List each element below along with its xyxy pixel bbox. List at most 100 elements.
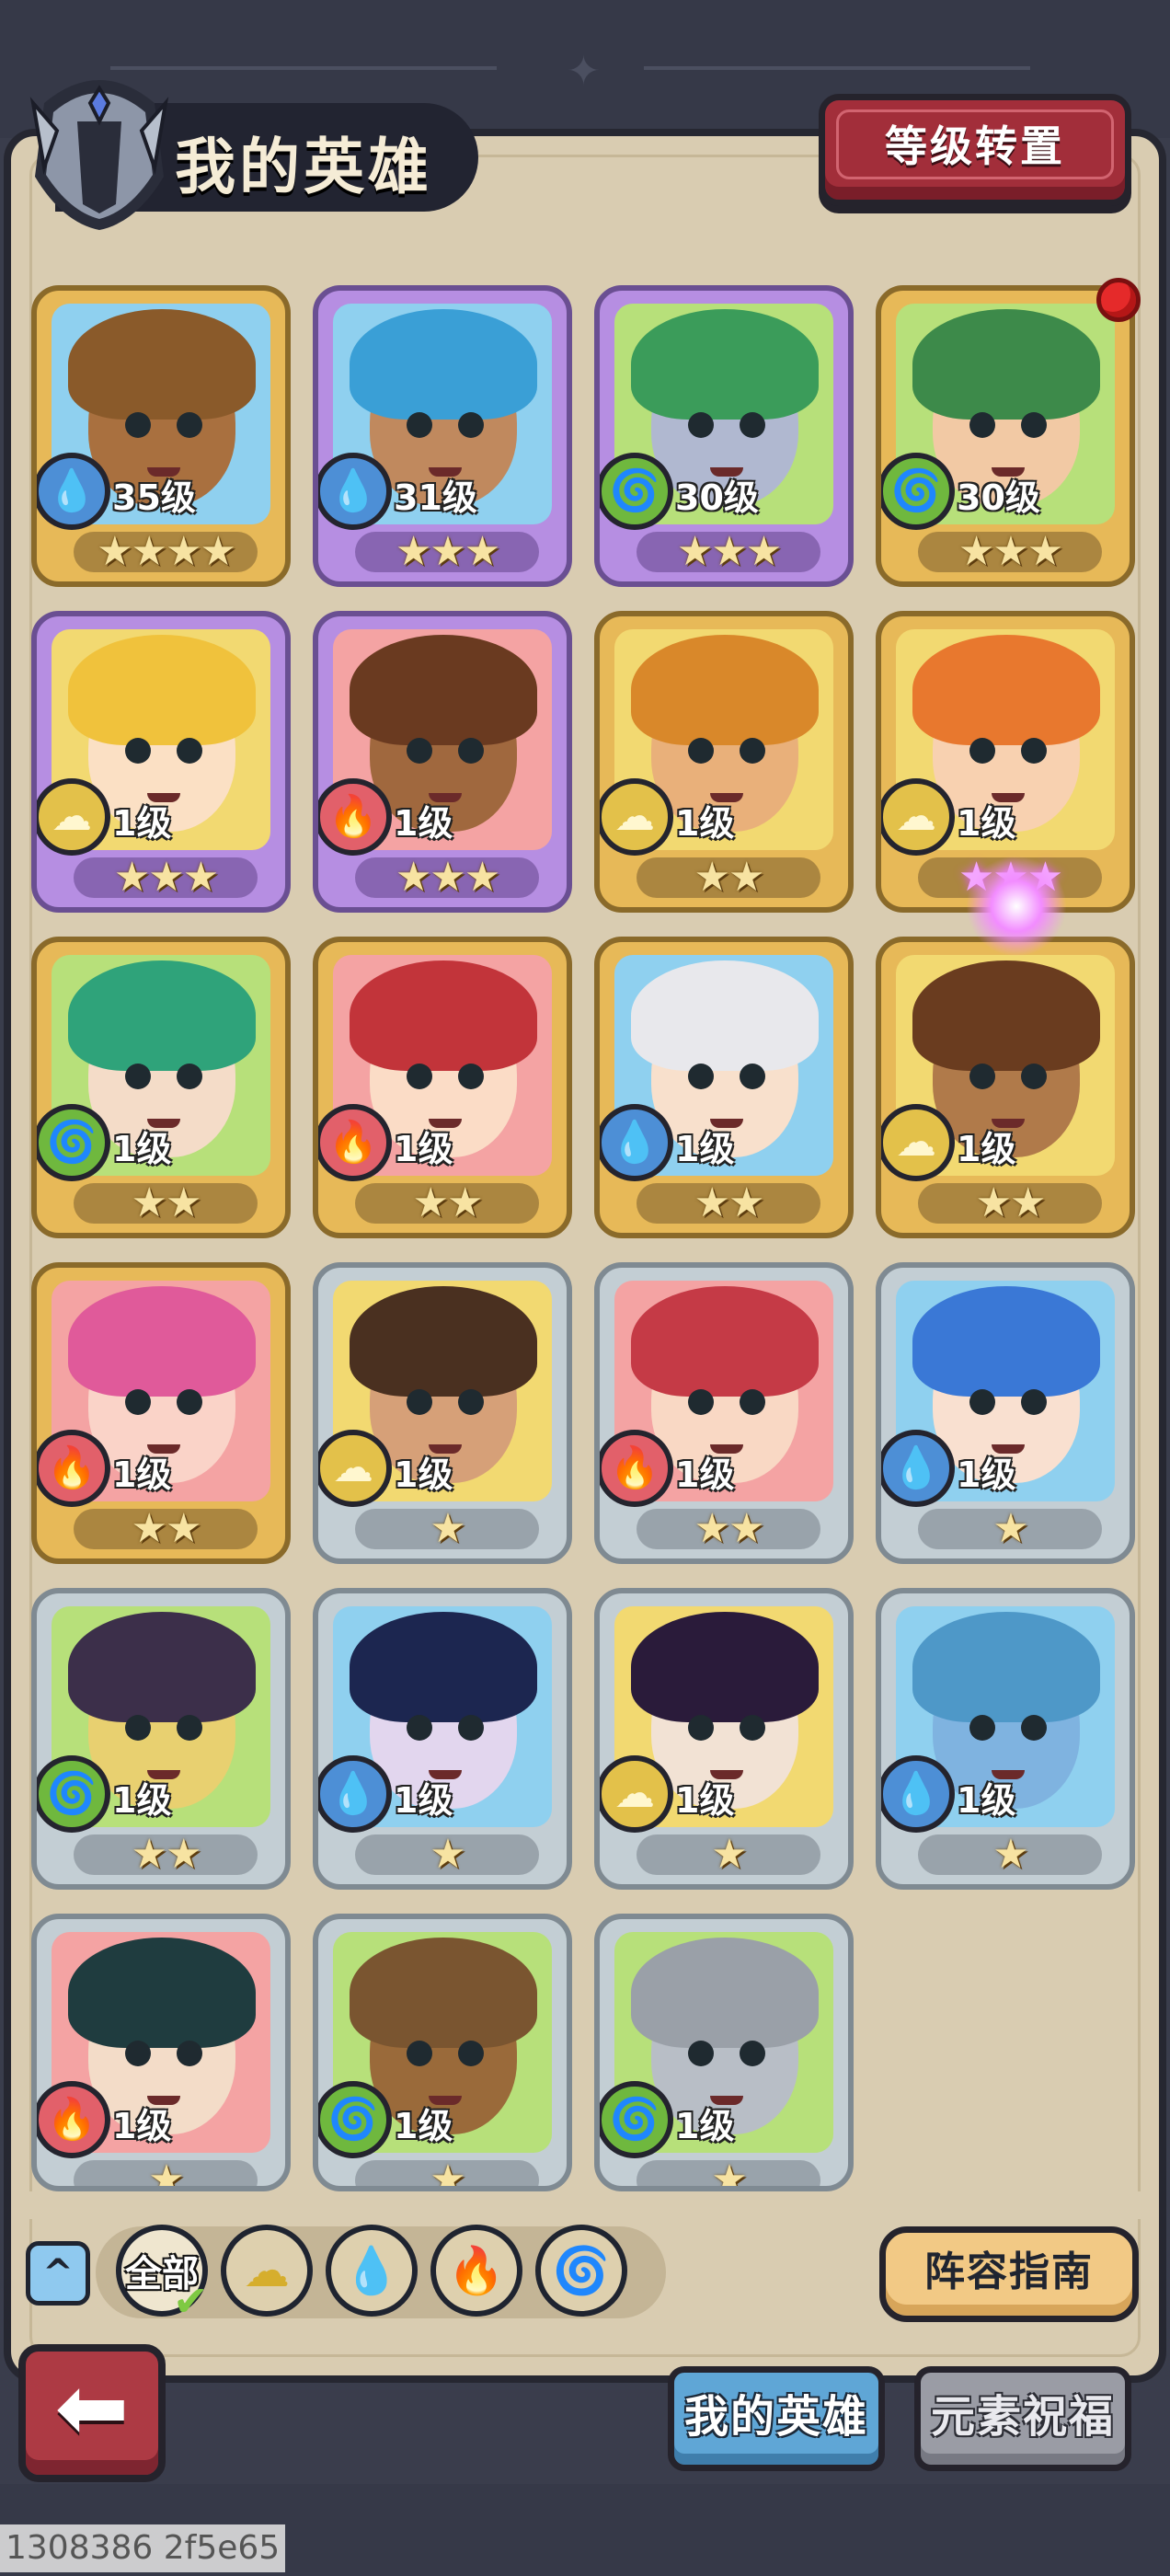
sparkle-effect <box>966 856 1067 957</box>
hero-level: 1级 <box>112 1780 172 1821</box>
water-element-icon: 💧 <box>342 2243 401 2297</box>
hero-stars: ★ <box>918 1834 1102 1875</box>
filter-water-button[interactable]: 💧 <box>326 2225 418 2317</box>
hero-card[interactable]: 💧 31级 ★★★ <box>313 285 572 587</box>
hero-card[interactable]: 💧 1级 ★★ <box>594 937 854 1238</box>
hero-card[interactable]: 🌀 1级 ★★ <box>31 937 291 1238</box>
hero-card[interactable]: 🌀 1级 ★★ <box>31 1588 291 1890</box>
hero-stars: ★★ <box>637 857 820 898</box>
hero-card[interactable]: 🌀 1级 ★ <box>594 1914 854 2191</box>
hero-stars: ★★★ <box>918 532 1102 572</box>
hero-stars: ★★★ <box>355 857 539 898</box>
hero-level: 1级 <box>957 1455 1016 1495</box>
hero-card[interactable]: 🌀 30级 ★★★ <box>876 285 1135 587</box>
back-arrow-icon: ⬅ <box>54 2356 130 2459</box>
filter-fire-button[interactable]: 🔥 <box>430 2225 522 2317</box>
hero-card[interactable]: 🌀 1级 ★ <box>313 1914 572 2191</box>
hero-card[interactable]: ☁ 1级 ★★ <box>876 937 1135 1238</box>
hero-stars: ★★★ <box>637 532 820 572</box>
water-element-icon: 💧 <box>881 1755 955 1833</box>
wind-element-icon: 🌀 <box>881 453 955 530</box>
hero-level: 1级 <box>957 1129 1016 1169</box>
earth-element-icon: ☁ <box>600 1755 673 1833</box>
hero-stars: ★ <box>355 2160 539 2186</box>
tab-my-heroes[interactable]: 我的英雄 <box>668 2366 885 2471</box>
hero-card[interactable]: ☁1级 ★★★ <box>31 611 291 913</box>
filter-all-button[interactable]: 全部 ✔ <box>116 2225 209 2326</box>
fire-element-icon: 🔥 <box>37 1430 110 1507</box>
hero-stars: ★★ <box>355 1183 539 1224</box>
notification-dot <box>1096 278 1141 322</box>
hero-card[interactable]: ☁ 1级 ★ <box>313 1262 572 1564</box>
fire-element-icon: 🔥 <box>37 2081 110 2158</box>
collapse-button[interactable]: ^ <box>26 2241 90 2306</box>
hero-level: 1级 <box>112 1455 172 1495</box>
fire-element-icon: 🔥 <box>318 778 392 856</box>
hero-stars: ★ <box>74 2160 258 2186</box>
earth-element-icon: ☁ <box>881 778 955 856</box>
hero-card[interactable]: 💧 1级 ★ <box>876 1262 1135 1564</box>
hero-level: 1级 <box>675 1455 735 1495</box>
hero-stars: ★ <box>355 1509 539 1549</box>
wind-element-icon: 🌀 <box>37 1755 110 1833</box>
earth-element-icon: ☁ <box>600 778 673 856</box>
water-element-icon: 💧 <box>37 453 110 530</box>
hero-stars: ★★ <box>637 1509 820 1549</box>
hero-card[interactable]: 🔥 1级 ★★ <box>594 1262 854 1564</box>
hero-stars: ★ <box>637 2160 820 2186</box>
hero-card[interactable]: ☁ 1级 ★ <box>594 1588 854 1890</box>
hero-card[interactable]: 🔥 1级 ★★★ <box>313 611 572 913</box>
hero-stars: ★ <box>355 1834 539 1875</box>
element-filter-bar: ^ 全部 ✔ ☁ 💧 🔥 🌀 <box>22 2219 666 2328</box>
hero-level: 1级 <box>675 803 735 844</box>
hero-card[interactable]: 🔥 1级 ★★ <box>313 937 572 1238</box>
hero-level: 31级 <box>394 477 477 518</box>
water-element-icon: 💧 <box>881 1430 955 1507</box>
page-title: 我的英雄 <box>175 132 432 202</box>
level-transfer-button[interactable]: 等级转置 <box>819 94 1131 206</box>
hero-card[interactable]: 🌀 30级 ★★★ <box>594 285 854 587</box>
hero-stars: ★ <box>918 1509 1102 1549</box>
hero-card[interactable]: 💧 35级 ★★★★ <box>31 285 291 587</box>
hero-stars: ★ <box>637 1834 820 1875</box>
fire-element-icon: 🔥 <box>318 1104 392 1181</box>
hero-level: 1级 <box>394 1455 453 1495</box>
hero-stars: ★★ <box>74 1183 258 1224</box>
hero-card[interactable]: 🔥 1级 ★ <box>31 1914 291 2191</box>
hero-level: 1级 <box>394 803 453 844</box>
hero-level: 1级 <box>957 803 1016 844</box>
wind-element-icon: 🌀 <box>37 1104 110 1181</box>
tab-element-blessing[interactable]: 元素祝福 <box>914 2366 1131 2471</box>
chevron-up-icon: ^ <box>42 2252 74 2294</box>
build-id: 1308386 2f5e65 <box>0 2524 286 2572</box>
hero-card[interactable]: ☁ 1级 ★★ <box>594 611 854 913</box>
hero-card[interactable]: 🔥 1级 ★★ <box>31 1262 291 1564</box>
wind-element-icon: 🌀 <box>600 453 673 530</box>
hero-stars: ★★★★ <box>74 532 258 572</box>
back-button[interactable]: ⬅ <box>18 2344 166 2482</box>
hero-card[interactable]: 💧 1级 ★ <box>313 1588 572 1890</box>
earth-element-icon: ☁ <box>881 1104 955 1181</box>
hero-stars: ★★ <box>637 1183 820 1224</box>
wind-element-icon: 🌀 <box>318 2081 392 2158</box>
filter-wind-button[interactable]: 🌀 <box>535 2225 627 2317</box>
lineup-guide-button[interactable]: 阵容指南 <box>879 2226 1139 2322</box>
hero-stars: ★★ <box>918 1183 1102 1224</box>
hero-level: 35级 <box>112 477 196 518</box>
water-element-icon: 💧 <box>318 1755 392 1833</box>
hero-stars: ★★★ <box>355 532 539 572</box>
hero-level: 1级 <box>112 1129 172 1169</box>
wind-element-icon: 🌀 <box>600 2081 673 2158</box>
earth-element-icon: ☁ <box>244 2244 290 2297</box>
hero-level: 1级 <box>112 2106 172 2146</box>
hero-level: 1级 <box>675 2106 735 2146</box>
earth-element-icon: ☁ <box>37 778 110 856</box>
wind-element-icon: 🌀 <box>552 2243 611 2297</box>
check-icon: ✔ <box>173 2276 209 2326</box>
hero-level: 1级 <box>675 1780 735 1821</box>
hero-level: 1级 <box>394 1780 453 1821</box>
hero-level: 30级 <box>675 477 759 518</box>
hero-level: 1级 <box>675 1129 735 1169</box>
hero-card[interactable]: 💧 1级 ★ <box>876 1588 1135 1890</box>
filter-earth-button[interactable]: ☁ <box>221 2225 313 2317</box>
